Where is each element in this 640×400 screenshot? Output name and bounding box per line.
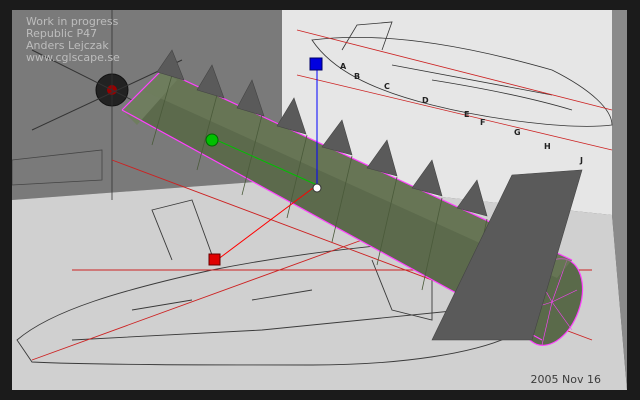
watermark-text: Work in progress Republic P47 Anders Lej… <box>26 16 120 64</box>
viewport-scene[interactable] <box>12 10 627 390</box>
green-sphere-icon[interactable] <box>205 133 219 147</box>
red-cube-icon[interactable] <box>208 253 221 266</box>
date-stamp: 2005 Nov 16 <box>530 373 601 386</box>
3d-viewport[interactable]: Work in progress Republic P47 Anders Lej… <box>12 10 627 390</box>
blueprint-label: H <box>544 142 551 151</box>
blueprint-label: E <box>464 110 470 119</box>
blueprint-label: A <box>340 62 347 71</box>
blueprint-label: F <box>480 118 486 127</box>
blue-cube-icon[interactable] <box>309 57 323 71</box>
blueprint-label: B <box>354 72 361 81</box>
blueprint-label: D <box>422 96 429 105</box>
blueprint-label: G <box>514 128 521 137</box>
gizmo-center[interactable] <box>312 183 322 193</box>
blueprint-label: C <box>384 82 390 91</box>
blueprint-label: J <box>580 156 583 165</box>
watermark-line: www.cglscape.se <box>26 51 120 64</box>
